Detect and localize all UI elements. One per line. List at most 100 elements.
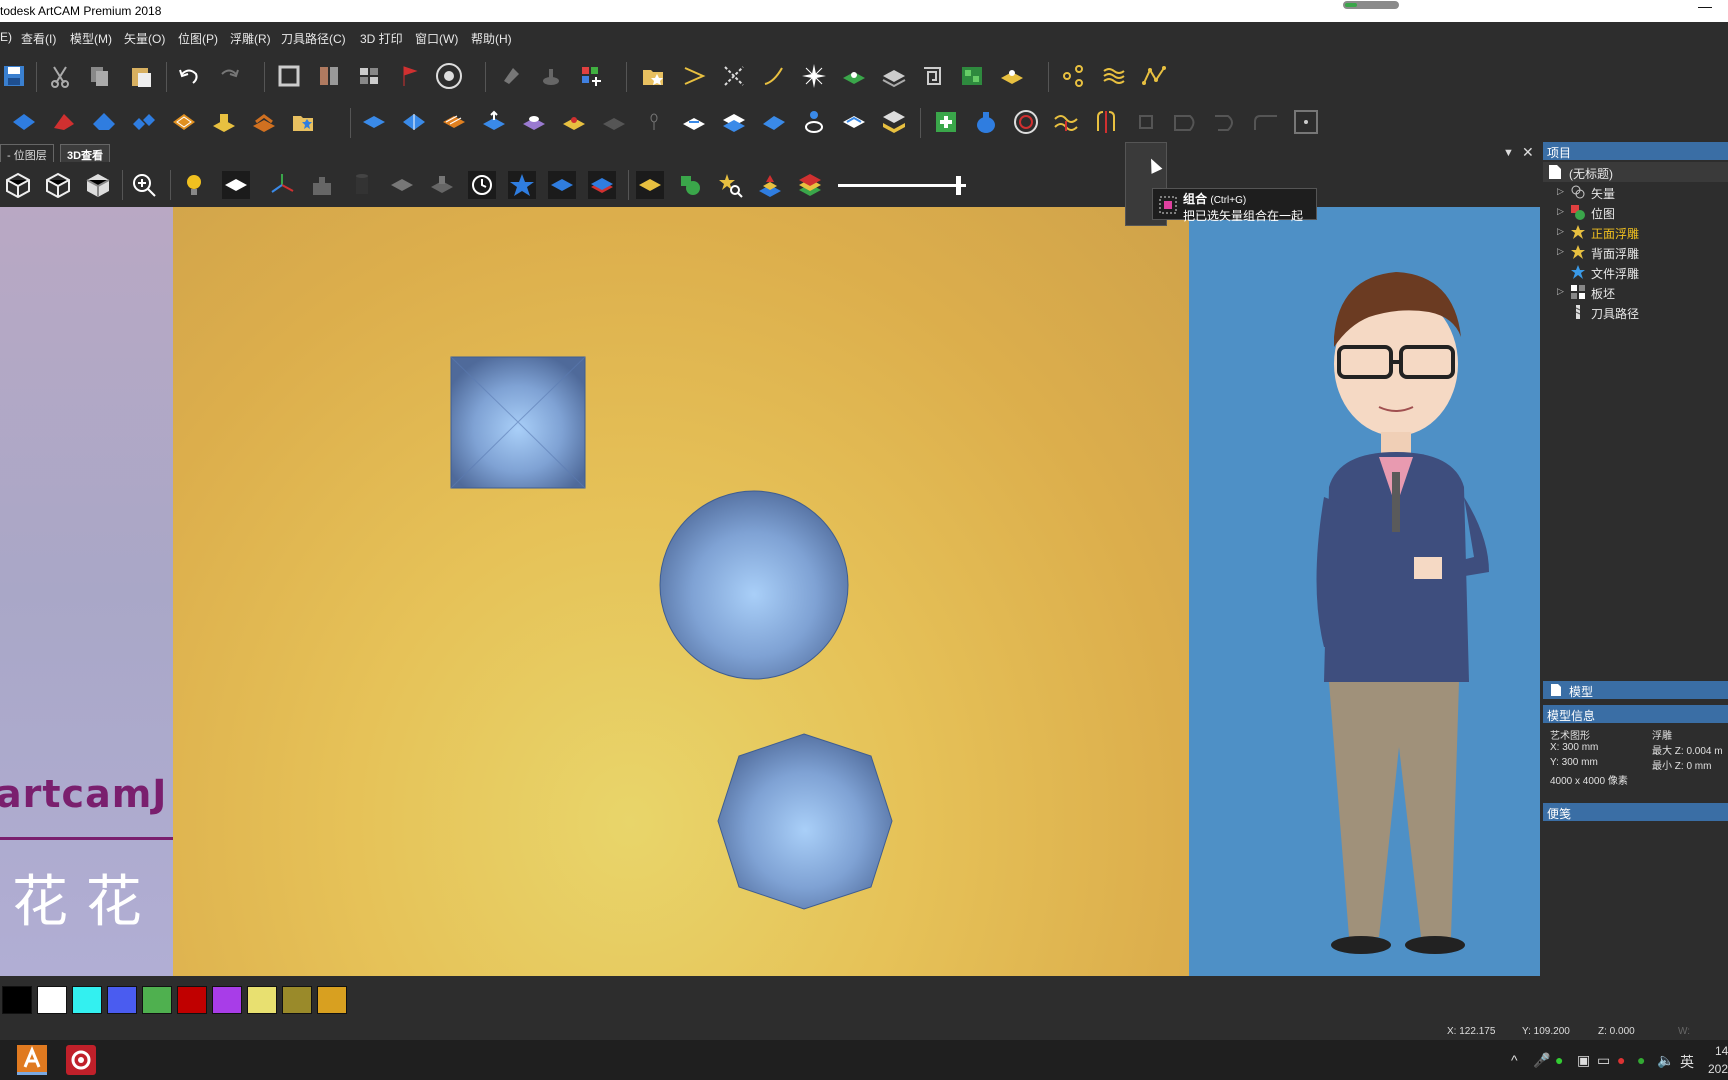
color-swatch[interactable] bbox=[72, 986, 102, 1014]
color-swatch[interactable] bbox=[2, 986, 32, 1014]
layered-pyramid-icon[interactable] bbox=[756, 171, 784, 199]
add-green-icon[interactable] bbox=[932, 108, 960, 136]
cube-view-3-icon[interactable] bbox=[84, 171, 112, 199]
relief-figure-icon[interactable] bbox=[800, 108, 828, 136]
menu-model[interactable]: 模型(M) bbox=[70, 30, 112, 47]
zoom-slider[interactable] bbox=[838, 176, 966, 195]
paste-icon[interactable] bbox=[127, 62, 155, 90]
recorder-app-icon[interactable] bbox=[66, 1045, 96, 1075]
tree-item-file-relief[interactable]: 文件浮雕 bbox=[1543, 262, 1728, 282]
relief-stack-icon[interactable] bbox=[880, 108, 908, 136]
qq-icon[interactable]: ● bbox=[1617, 1052, 1625, 1068]
square-relief[interactable] bbox=[450, 356, 586, 489]
cube-view-1-icon[interactable] bbox=[4, 171, 32, 199]
menu-view[interactable]: 查看(I) bbox=[21, 30, 56, 47]
menu-window[interactable]: 窗口(W) bbox=[415, 30, 458, 47]
frame-icon[interactable] bbox=[275, 62, 303, 90]
blue-plane-icon[interactable] bbox=[548, 171, 576, 199]
trim-icon[interactable] bbox=[720, 62, 748, 90]
tree-item-toolpath[interactable]: 刀具路径 bbox=[1543, 302, 1728, 322]
expand-icon[interactable]: ▷ bbox=[1557, 226, 1564, 237]
gray-solid-icon[interactable] bbox=[428, 171, 456, 199]
copy-icon[interactable] bbox=[86, 62, 114, 90]
relief-subtract-icon[interactable] bbox=[400, 108, 428, 136]
dial-icon[interactable] bbox=[435, 62, 463, 90]
zoom-slider-handle[interactable] bbox=[956, 176, 961, 195]
relief-layers-icon[interactable] bbox=[720, 108, 748, 136]
nodes-icon[interactable] bbox=[1060, 62, 1088, 90]
tree-item-bitmap[interactable]: ▷ 位图 bbox=[1543, 202, 1728, 222]
3d-viewport[interactable] bbox=[173, 207, 1189, 976]
relief-gold-icon[interactable] bbox=[998, 62, 1026, 90]
light-bulb-icon[interactable] bbox=[180, 171, 208, 199]
star-burst-icon[interactable] bbox=[800, 62, 828, 90]
color-swatch[interactable] bbox=[142, 986, 172, 1014]
gold-plane-icon[interactable] bbox=[636, 171, 664, 199]
notes-header[interactable]: 便笺 bbox=[1543, 803, 1728, 821]
stamp-icon[interactable] bbox=[537, 62, 565, 90]
axes-icon[interactable] bbox=[268, 171, 296, 199]
color-swatch[interactable] bbox=[317, 986, 347, 1014]
pin-icon[interactable] bbox=[640, 108, 668, 136]
tree-item-vector[interactable]: ▷ 矢量 bbox=[1543, 182, 1728, 202]
color-swatch[interactable] bbox=[107, 986, 137, 1014]
weave-icon[interactable] bbox=[170, 108, 198, 136]
nest-icon[interactable] bbox=[958, 62, 986, 90]
vase-icon[interactable] bbox=[972, 108, 1000, 136]
star-search-icon[interactable] bbox=[716, 171, 744, 199]
save-icon[interactable] bbox=[0, 62, 28, 90]
cube-view-2-icon[interactable] bbox=[44, 171, 72, 199]
blue-red-plane-icon[interactable] bbox=[588, 171, 616, 199]
notification-icon[interactable]: ▣ bbox=[1577, 1052, 1590, 1069]
curve-icon[interactable] bbox=[760, 62, 788, 90]
menu-relief[interactable]: 浮雕(R) bbox=[230, 30, 271, 47]
relief-house-icon[interactable] bbox=[90, 108, 118, 136]
relief-tool-icon[interactable] bbox=[680, 108, 708, 136]
clock-view-icon[interactable] bbox=[468, 171, 496, 199]
gray-plane-icon[interactable] bbox=[388, 171, 416, 199]
tree-root[interactable]: (无标题) bbox=[1543, 162, 1728, 182]
puzzle-icon[interactable] bbox=[308, 171, 336, 199]
clock-date[interactable]: 202 bbox=[1708, 1062, 1728, 1076]
ime-indicator[interactable]: 英 bbox=[1680, 1052, 1694, 1072]
flag-icon[interactable] bbox=[395, 62, 423, 90]
relief-stripes-icon[interactable] bbox=[440, 108, 468, 136]
texture-icon[interactable] bbox=[250, 108, 278, 136]
color-layers-icon[interactable] bbox=[796, 171, 824, 199]
expand-icon[interactable]: ▷ bbox=[1557, 286, 1564, 297]
stack-icon[interactable] bbox=[880, 62, 908, 90]
relief-multi-icon[interactable] bbox=[130, 108, 158, 136]
relief-blue-slab-icon[interactable] bbox=[760, 108, 788, 136]
color-swatch[interactable] bbox=[212, 986, 242, 1014]
redo-icon[interactable] bbox=[215, 62, 243, 90]
relief-add-icon[interactable] bbox=[360, 108, 388, 136]
volume-icon[interactable]: 🔈 bbox=[1657, 1052, 1674, 1069]
microphone-icon[interactable]: 🎤 bbox=[1533, 1052, 1550, 1069]
white-plane-icon[interactable] bbox=[222, 171, 250, 199]
relief-flat-icon[interactable] bbox=[840, 108, 868, 136]
mirror-icon[interactable] bbox=[1092, 108, 1120, 136]
menu-toolpath[interactable]: 刀具路径(C) bbox=[281, 30, 346, 47]
color-swatch[interactable] bbox=[37, 986, 67, 1014]
tray-chevron-icon[interactable]: ^ bbox=[1511, 1052, 1518, 1068]
paint-icon[interactable] bbox=[497, 62, 525, 90]
add-tiles-icon[interactable] bbox=[577, 62, 605, 90]
relief-grey-icon[interactable] bbox=[600, 108, 628, 136]
relief-slab-icon[interactable] bbox=[210, 108, 238, 136]
vector-arrow-icon[interactable] bbox=[680, 62, 708, 90]
blue-star-icon[interactable] bbox=[508, 171, 536, 199]
expand-icon[interactable]: ▷ bbox=[1557, 206, 1564, 217]
minimize-button[interactable]: — bbox=[1690, 0, 1720, 18]
panel-dropdown-icon[interactable]: ▼ bbox=[1503, 147, 1514, 159]
menu-vector[interactable]: 矢量(O) bbox=[124, 30, 165, 47]
menu-3dprint[interactable]: 3D 打印 bbox=[360, 30, 403, 47]
relief-disc-icon[interactable] bbox=[520, 108, 548, 136]
split-view-icon[interactable] bbox=[315, 62, 343, 90]
color-swatch[interactable] bbox=[282, 986, 312, 1014]
shape-dim-icon[interactable] bbox=[1172, 108, 1200, 136]
clock-time[interactable]: 14 bbox=[1715, 1044, 1728, 1058]
cylinder-icon[interactable] bbox=[348, 171, 376, 199]
expand-icon[interactable]: ▷ bbox=[1557, 246, 1564, 257]
wechat-icon[interactable]: ● bbox=[1555, 1052, 1563, 1068]
relief-hole-icon[interactable] bbox=[560, 108, 588, 136]
